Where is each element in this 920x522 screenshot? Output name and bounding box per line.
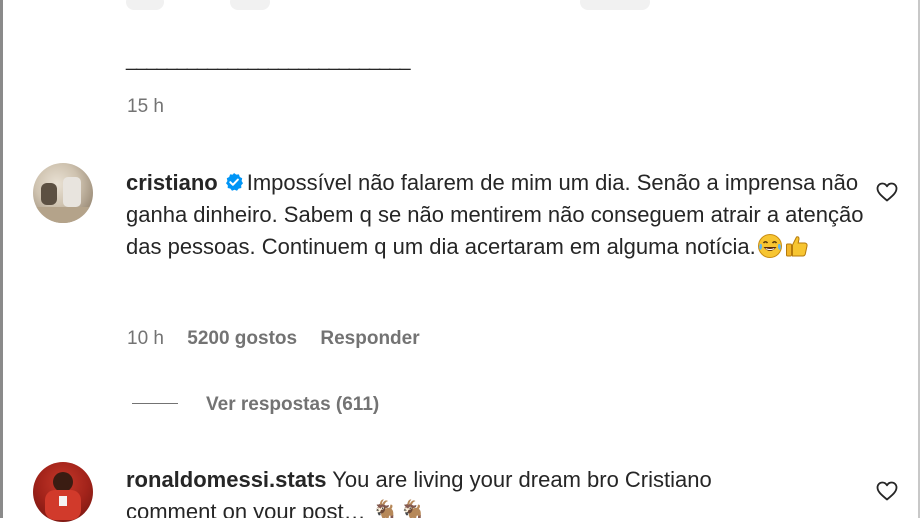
view-replies-label[interactable]: Ver respostas (611)	[206, 394, 379, 415]
avatar-cristiano[interactable]	[33, 163, 93, 223]
comment-continuation-text: comment on your post… 🐐🐐	[126, 499, 427, 518]
thumbs-up-emoji	[785, 236, 808, 257]
likes-count[interactable]: 5200 gostos	[187, 328, 297, 349]
comment-timestamp: 10 h	[127, 328, 164, 349]
faded-previous-text	[120, 0, 680, 22]
replies-dash	[132, 403, 178, 404]
comment-cristiano: cristiano Impossível não falarem de mim …	[126, 167, 866, 263]
verified-badge-icon	[225, 173, 243, 191]
window-left-border	[0, 0, 3, 518]
previous-comment-timestamp: 15 h	[127, 96, 164, 117]
comment-continuation: comment on your post… 🐐🐐	[126, 496, 866, 518]
comment-body: You are living your dream bro Cristiano	[332, 467, 712, 492]
previous-comment-separator: ____________________________	[126, 49, 410, 71]
tears-of-joy-emoji	[757, 234, 782, 258]
view-replies-button[interactable]: Ver respostas (611)	[132, 394, 379, 416]
comment-ronaldomessi-stats: ronaldomessi.stats You are living your d…	[126, 464, 866, 496]
heart-outline-icon[interactable]	[875, 479, 899, 503]
heart-outline-icon[interactable]	[875, 180, 899, 204]
username-cristiano[interactable]: cristiano	[126, 170, 218, 195]
comment-meta-row: 10 h 5200 gostos Responder	[127, 328, 438, 350]
reply-button[interactable]: Responder	[320, 328, 419, 349]
avatar-ronaldomessi-stats[interactable]	[33, 462, 93, 522]
username-ronaldomessi-stats[interactable]: ronaldomessi.stats	[126, 467, 327, 492]
